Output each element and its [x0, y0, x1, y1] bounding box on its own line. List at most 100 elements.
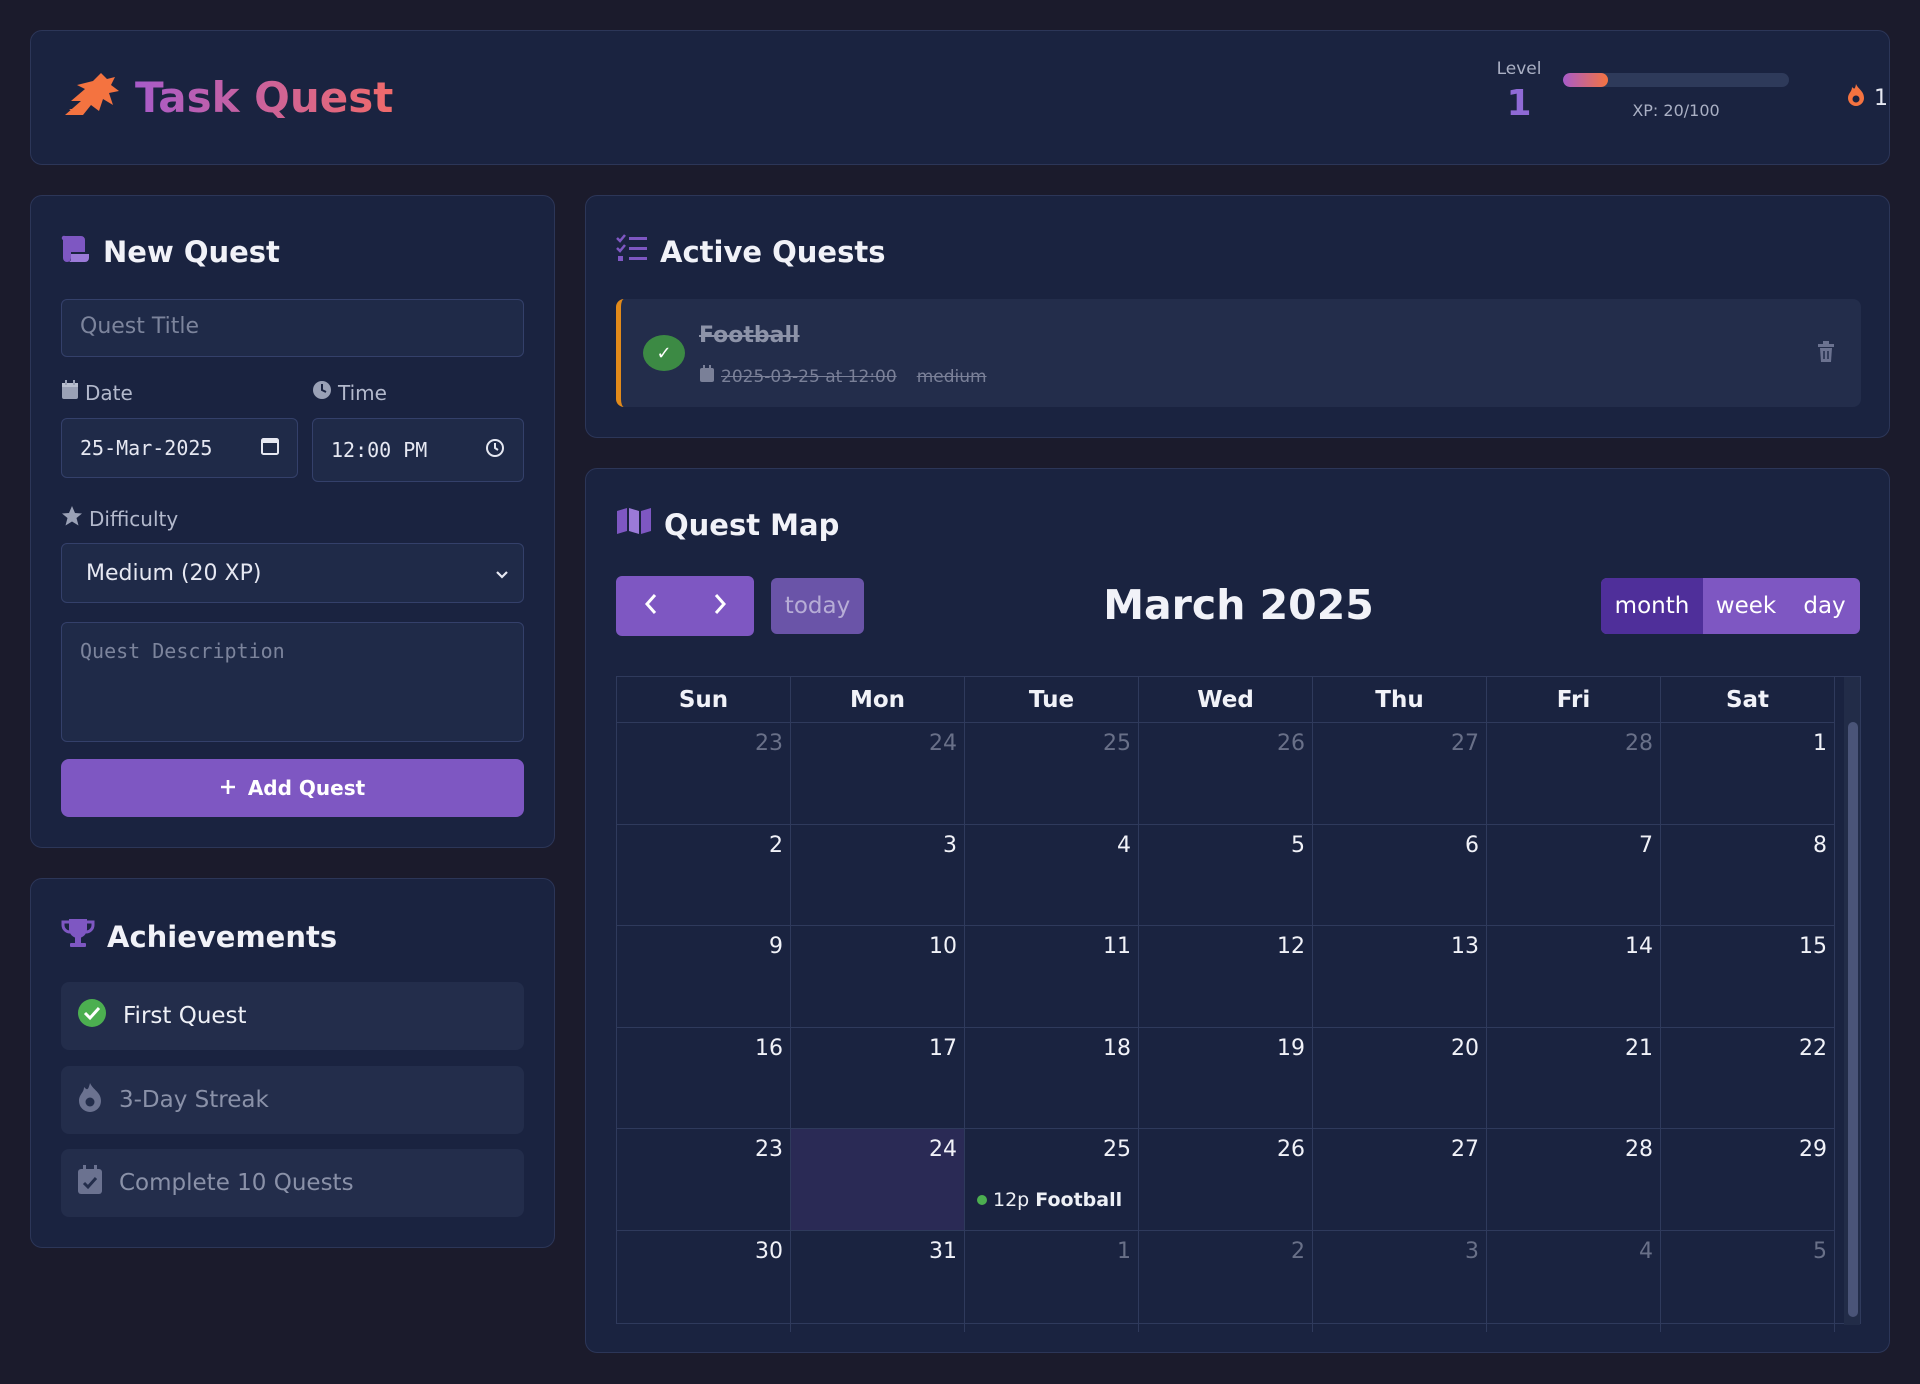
fire-icon: [1846, 83, 1866, 113]
calendar-day-cell[interactable]: 4: [1487, 1230, 1661, 1332]
calendar-day-cell[interactable]: 24: [791, 722, 965, 824]
star-icon: [61, 505, 83, 532]
achievements-heading: Achievements: [61, 917, 337, 956]
view-week-button[interactable]: week: [1703, 578, 1789, 634]
new-quest-heading: New Quest: [61, 234, 280, 269]
calendar-day-cell[interactable]: 10: [791, 925, 965, 1027]
calendar-day-cell[interactable]: 20: [1313, 1026, 1487, 1129]
time-value: 12:00 PM: [331, 438, 428, 462]
calendar-day-cell[interactable]: 2: [617, 823, 791, 926]
add-quest-button[interactable]: Add Quest: [61, 759, 524, 817]
map-icon: [616, 507, 652, 542]
calendar-day-number: 1: [1813, 731, 1827, 756]
calendar-picker-icon[interactable]: [261, 436, 279, 460]
calendar-day-cell[interactable]: 16: [617, 1026, 791, 1129]
complete-toggle-button[interactable]: ✓: [643, 335, 685, 371]
calendar-day-cell[interactable]: 28: [1487, 722, 1661, 824]
calendar-day-number: 26: [1277, 1137, 1305, 1163]
calendar-day-cell[interactable]: 12: [1139, 925, 1313, 1027]
calendar-day-cell[interactable]: 9: [617, 925, 791, 1027]
delete-quest-button[interactable]: [1817, 341, 1835, 367]
date-input[interactable]: 25-Mar-2025: [61, 418, 298, 478]
calendar-day-number: 14: [1625, 934, 1653, 960]
view-day-button[interactable]: day: [1789, 578, 1860, 634]
quest-difficulty: medium: [916, 366, 987, 387]
scroll-icon: [61, 234, 91, 269]
calendar-day-number: 21: [1625, 1035, 1653, 1061]
calendar-day-cell[interactable]: 26: [1139, 722, 1313, 824]
calendar-day-cell[interactable]: 5: [1139, 823, 1313, 926]
calendar-day-cell[interactable]: 19: [1139, 1026, 1313, 1129]
calendar-day-cell[interactable]: 23: [617, 1128, 791, 1230]
calendar-day-number: 25: [1103, 1137, 1131, 1163]
calendar-day-cell[interactable]: 1: [1661, 722, 1835, 824]
active-quests-title: Active Quests: [660, 234, 886, 269]
calendar-day-number: 13: [1451, 934, 1479, 960]
calendar-day-cell[interactable]: 18: [965, 1026, 1139, 1129]
calendar-day-cell[interactable]: 27: [1313, 722, 1487, 824]
scrollbar-thumb[interactable]: [1848, 722, 1858, 1317]
calendar-day-cell[interactable]: 14: [1487, 925, 1661, 1027]
prev-month-button[interactable]: [616, 576, 685, 636]
calendar-day-cell[interactable]: 8: [1661, 823, 1835, 926]
today-button[interactable]: today: [771, 578, 864, 634]
calendar-day-number: 31: [929, 1239, 957, 1264]
calendar-day-cell[interactable]: 15: [1661, 925, 1835, 1027]
calendar-day-cell[interactable]: 21: [1487, 1026, 1661, 1129]
calendar-day-cell[interactable]: 1: [965, 1230, 1139, 1332]
time-input[interactable]: 12:00 PM: [312, 418, 524, 482]
calendar-day-cell[interactable]: 7: [1487, 823, 1661, 926]
calendar-icon: [61, 380, 79, 405]
calendar-check-icon: [77, 1165, 103, 1201]
calendar-day-number: 28: [1625, 1137, 1653, 1163]
level-display: Level 1: [1489, 59, 1549, 124]
calendar-day-cell[interactable]: 24: [791, 1128, 965, 1230]
calendar-day-number: 22: [1799, 1035, 1827, 1061]
weekday-header: Fri: [1487, 677, 1661, 722]
calendar-event[interactable]: 12p Football: [977, 1189, 1122, 1211]
calendar-day-cell[interactable]: 22: [1661, 1026, 1835, 1129]
calendar-day-cell[interactable]: 13: [1313, 925, 1487, 1027]
calendar-day-cell[interactable]: 29: [1661, 1128, 1835, 1230]
weekday-header: Wed: [1139, 677, 1313, 722]
quest-description-textarea[interactable]: Quest Description: [61, 622, 524, 742]
app-title: Task Quest: [135, 72, 394, 122]
calendar-day-cell[interactable]: 23: [617, 722, 791, 824]
calendar-day-cell[interactable]: 11: [965, 925, 1139, 1027]
calendar-icon: [699, 365, 715, 388]
achievements-panel: Achievements First Quest 3-Day Streak Co…: [30, 878, 555, 1248]
calendar-day-cell[interactable]: 25: [965, 722, 1139, 824]
trash-icon: [1817, 341, 1835, 367]
calendar-day-cell[interactable]: 30: [617, 1230, 791, 1332]
next-month-button[interactable]: [685, 576, 754, 636]
calendar-day-number: 20: [1451, 1035, 1479, 1061]
calendar-day-cell[interactable]: 2: [1139, 1230, 1313, 1332]
weekday-header: Thu: [1313, 677, 1487, 722]
level-value: 1: [1506, 83, 1532, 124]
calendar-day-cell[interactable]: 31: [791, 1230, 965, 1332]
calendar-scrollbar[interactable]: [1844, 677, 1860, 1325]
clock-picker-icon[interactable]: [485, 438, 505, 463]
calendar-day-cell[interactable]: 28: [1487, 1128, 1661, 1230]
calendar-day-cell[interactable]: 25 12p Football: [965, 1128, 1139, 1230]
difficulty-select[interactable]: Medium (20 XP): [61, 543, 524, 603]
calendar-day-cell[interactable]: 26: [1139, 1128, 1313, 1230]
calendar-day-number: 10: [929, 934, 957, 960]
calendar-day-cell[interactable]: 27: [1313, 1128, 1487, 1230]
time-label-text: Time: [338, 380, 387, 405]
calendar-day-cell[interactable]: 4: [965, 823, 1139, 926]
event-title: Football: [1035, 1189, 1123, 1212]
calendar-day-cell[interactable]: 3: [1313, 1230, 1487, 1332]
achievements-title: Achievements: [107, 919, 338, 954]
calendar-day-number: 29: [1799, 1137, 1827, 1163]
view-month-button[interactable]: month: [1601, 578, 1703, 634]
quest-title-input[interactable]: Quest Title: [61, 299, 524, 357]
calendar-day-cell[interactable]: 17: [791, 1026, 965, 1129]
calendar-day-number: 17: [929, 1035, 957, 1061]
calendar-day-cell[interactable]: 3: [791, 823, 965, 926]
calendar-day-number: 12: [1277, 934, 1305, 960]
calendar-day-cell[interactable]: 5: [1661, 1230, 1835, 1332]
calendar-day-number: 26: [1277, 731, 1305, 756]
weekday-header: Sun: [617, 677, 791, 722]
calendar-day-cell[interactable]: 6: [1313, 823, 1487, 926]
